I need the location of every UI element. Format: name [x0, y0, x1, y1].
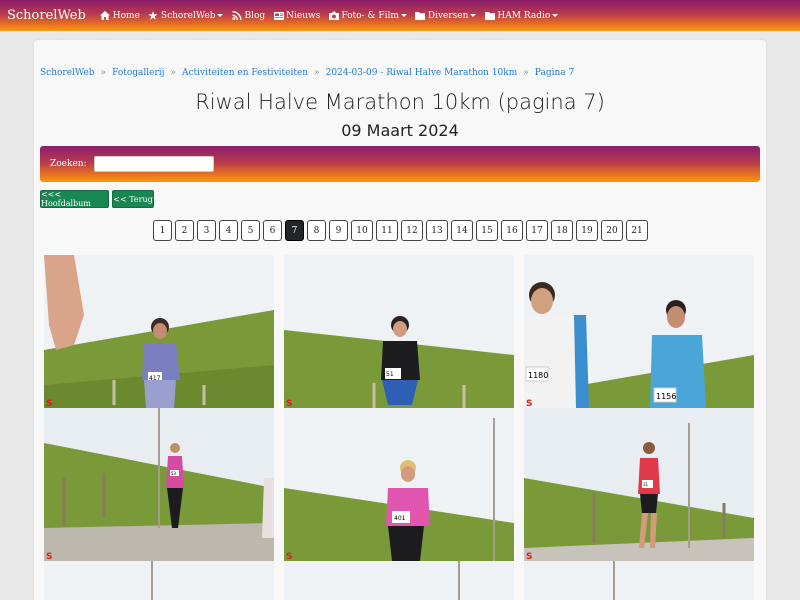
pagination: 1 2 3 4 5 6 7 8 9 10 11 12 13 14 15 16 17 18 19 20 21: [153, 220, 651, 241]
page-button[interactable]: 8: [307, 220, 326, 241]
folder-icon: [415, 11, 426, 21]
page-button[interactable]: 5: [241, 220, 260, 241]
page-button[interactable]: 11: [376, 220, 398, 241]
runner-photo: [44, 561, 274, 600]
breadcrumb-link-schorelweb[interactable]: SchorelWeb: [40, 68, 95, 78]
page-button[interactable]: 12: [401, 220, 423, 241]
page-button[interactable]: 17: [526, 220, 548, 241]
page-button[interactable]: 18: [551, 220, 573, 241]
nav-foto-film[interactable]: Foto- & Film: [328, 11, 407, 21]
chevron-down-icon: [470, 14, 477, 17]
nav-blog[interactable]: Blog: [231, 11, 265, 21]
page-title: Riwal Halve Marathon 10km (pagina 7): [195, 90, 605, 114]
svg-text:S: S: [46, 399, 52, 408]
nav-home[interactable]: Home: [100, 11, 140, 21]
gallery-photo[interactable]: 53 S: [44, 408, 274, 561]
runner-photo: 417 S: [44, 255, 274, 408]
main-content-card: SchorelWeb » Fotogallerij » Activiteiten…: [34, 40, 766, 600]
svg-text:S: S: [286, 552, 292, 561]
bib-number: 51: [386, 371, 394, 378]
folder-icon: [484, 11, 495, 21]
page-button[interactable]: 2: [175, 220, 194, 241]
bib-number: 401: [394, 515, 406, 522]
nav-schorelweb-label: SchorelWeb: [160, 10, 216, 21]
chevron-down-icon: [552, 14, 559, 17]
bib-number: 1180: [528, 371, 548, 380]
runner-photo: 53 S: [44, 408, 274, 561]
page-button[interactable]: 20: [601, 220, 623, 241]
page-button[interactable]: 19: [576, 220, 598, 241]
rss-icon: [231, 11, 242, 21]
page-button[interactable]: 21: [626, 220, 648, 241]
runner-photo: 51 S: [284, 255, 514, 408]
nav-blog-label: Blog: [244, 10, 266, 21]
page-button[interactable]: 13: [426, 220, 448, 241]
gallery-photo[interactable]: 417 S: [44, 255, 274, 408]
runner-photo: [524, 561, 754, 600]
breadcrumb-separator: »: [314, 68, 320, 78]
svg-text:S: S: [286, 399, 292, 408]
gallery-photo[interactable]: 51 S: [284, 255, 514, 408]
nav-nieuws-label: Nieuws: [286, 10, 321, 21]
top-navbar: SchorelWeb Home SchorelWeb Blog Nieuws F…: [0, 0, 800, 31]
breadcrumb-separator: »: [100, 68, 107, 78]
page-button[interactable]: 3: [197, 220, 216, 241]
page-button[interactable]: 15: [476, 220, 498, 241]
nav-home-label: Home: [112, 10, 140, 21]
breadcrumb-link-album[interactable]: 2024-03-09 - Riwal Halve Marathon 10km: [326, 68, 518, 78]
nav-ham-radio[interactable]: HAM Radio: [484, 10, 559, 21]
bib-number: 53: [171, 471, 177, 476]
page-button-active[interactable]: 7: [285, 220, 304, 241]
brand-link[interactable]: SchorelWeb: [7, 8, 86, 23]
runner-photo: 1180 1156 S: [524, 255, 754, 408]
chevron-down-icon: [217, 14, 224, 17]
page-subtitle: 09 Maart 2024: [341, 121, 459, 140]
breadcrumb-link-activiteiten[interactable]: Activiteiten en Festiviteiten: [182, 68, 308, 78]
breadcrumb-separator: »: [523, 68, 529, 78]
breadcrumb-link-fotogallerij[interactable]: Fotogallerij: [112, 68, 164, 78]
camera-icon: [328, 11, 339, 21]
bib-number: 31: [643, 482, 649, 487]
home-icon: [100, 11, 111, 21]
gallery-photo[interactable]: 1180 1156 S: [524, 255, 754, 408]
breadcrumb-separator: »: [170, 68, 176, 78]
runner-photo: 31 S: [524, 408, 754, 561]
page-button[interactable]: 16: [501, 220, 523, 241]
star-icon: [148, 11, 159, 21]
breadcrumb-link-page[interactable]: Pagina 7: [535, 68, 574, 78]
runner-photo: 401 S: [284, 408, 514, 561]
search-input[interactable]: [93, 156, 214, 172]
nav-schorelweb[interactable]: SchorelWeb: [148, 11, 224, 21]
gallery-photo[interactable]: 31 S: [524, 408, 754, 561]
breadcrumb: SchorelWeb » Fotogallerij » Activiteiten…: [40, 68, 574, 78]
bib-number: 1156: [656, 392, 676, 401]
search-bar: Zoeken:: [40, 146, 760, 182]
nav-diversen-label: Diversen: [427, 10, 469, 21]
back-button[interactable]: << Terug: [112, 190, 154, 208]
nav-ham-radio-label: HAM Radio: [497, 10, 551, 21]
gallery-photo[interactable]: 401 S: [284, 408, 514, 561]
runner-photo: [284, 561, 514, 600]
chevron-down-icon: [400, 14, 407, 17]
page-button[interactable]: 6: [263, 220, 282, 241]
svg-text:S: S: [526, 552, 532, 561]
newspaper-icon: [273, 11, 284, 21]
gallery-photo[interactable]: [284, 561, 514, 600]
nav-diversen[interactable]: Diversen: [415, 11, 477, 21]
search-label: Zoeken:: [50, 159, 87, 169]
gallery-photo[interactable]: [44, 561, 274, 600]
svg-text:S: S: [526, 399, 532, 408]
page-button[interactable]: 10: [351, 220, 373, 241]
gallery-photo[interactable]: [524, 561, 754, 600]
main-album-button[interactable]: <<< Hoofdalbum: [40, 190, 109, 208]
nav-foto-film-label: Foto- & Film: [341, 10, 399, 21]
page-button[interactable]: 4: [219, 220, 238, 241]
svg-text:S: S: [46, 552, 52, 561]
page-button[interactable]: 14: [451, 220, 473, 241]
page-button[interactable]: 9: [329, 220, 348, 241]
nav-nieuws[interactable]: Nieuws: [273, 11, 320, 21]
page-button[interactable]: 1: [153, 220, 172, 241]
